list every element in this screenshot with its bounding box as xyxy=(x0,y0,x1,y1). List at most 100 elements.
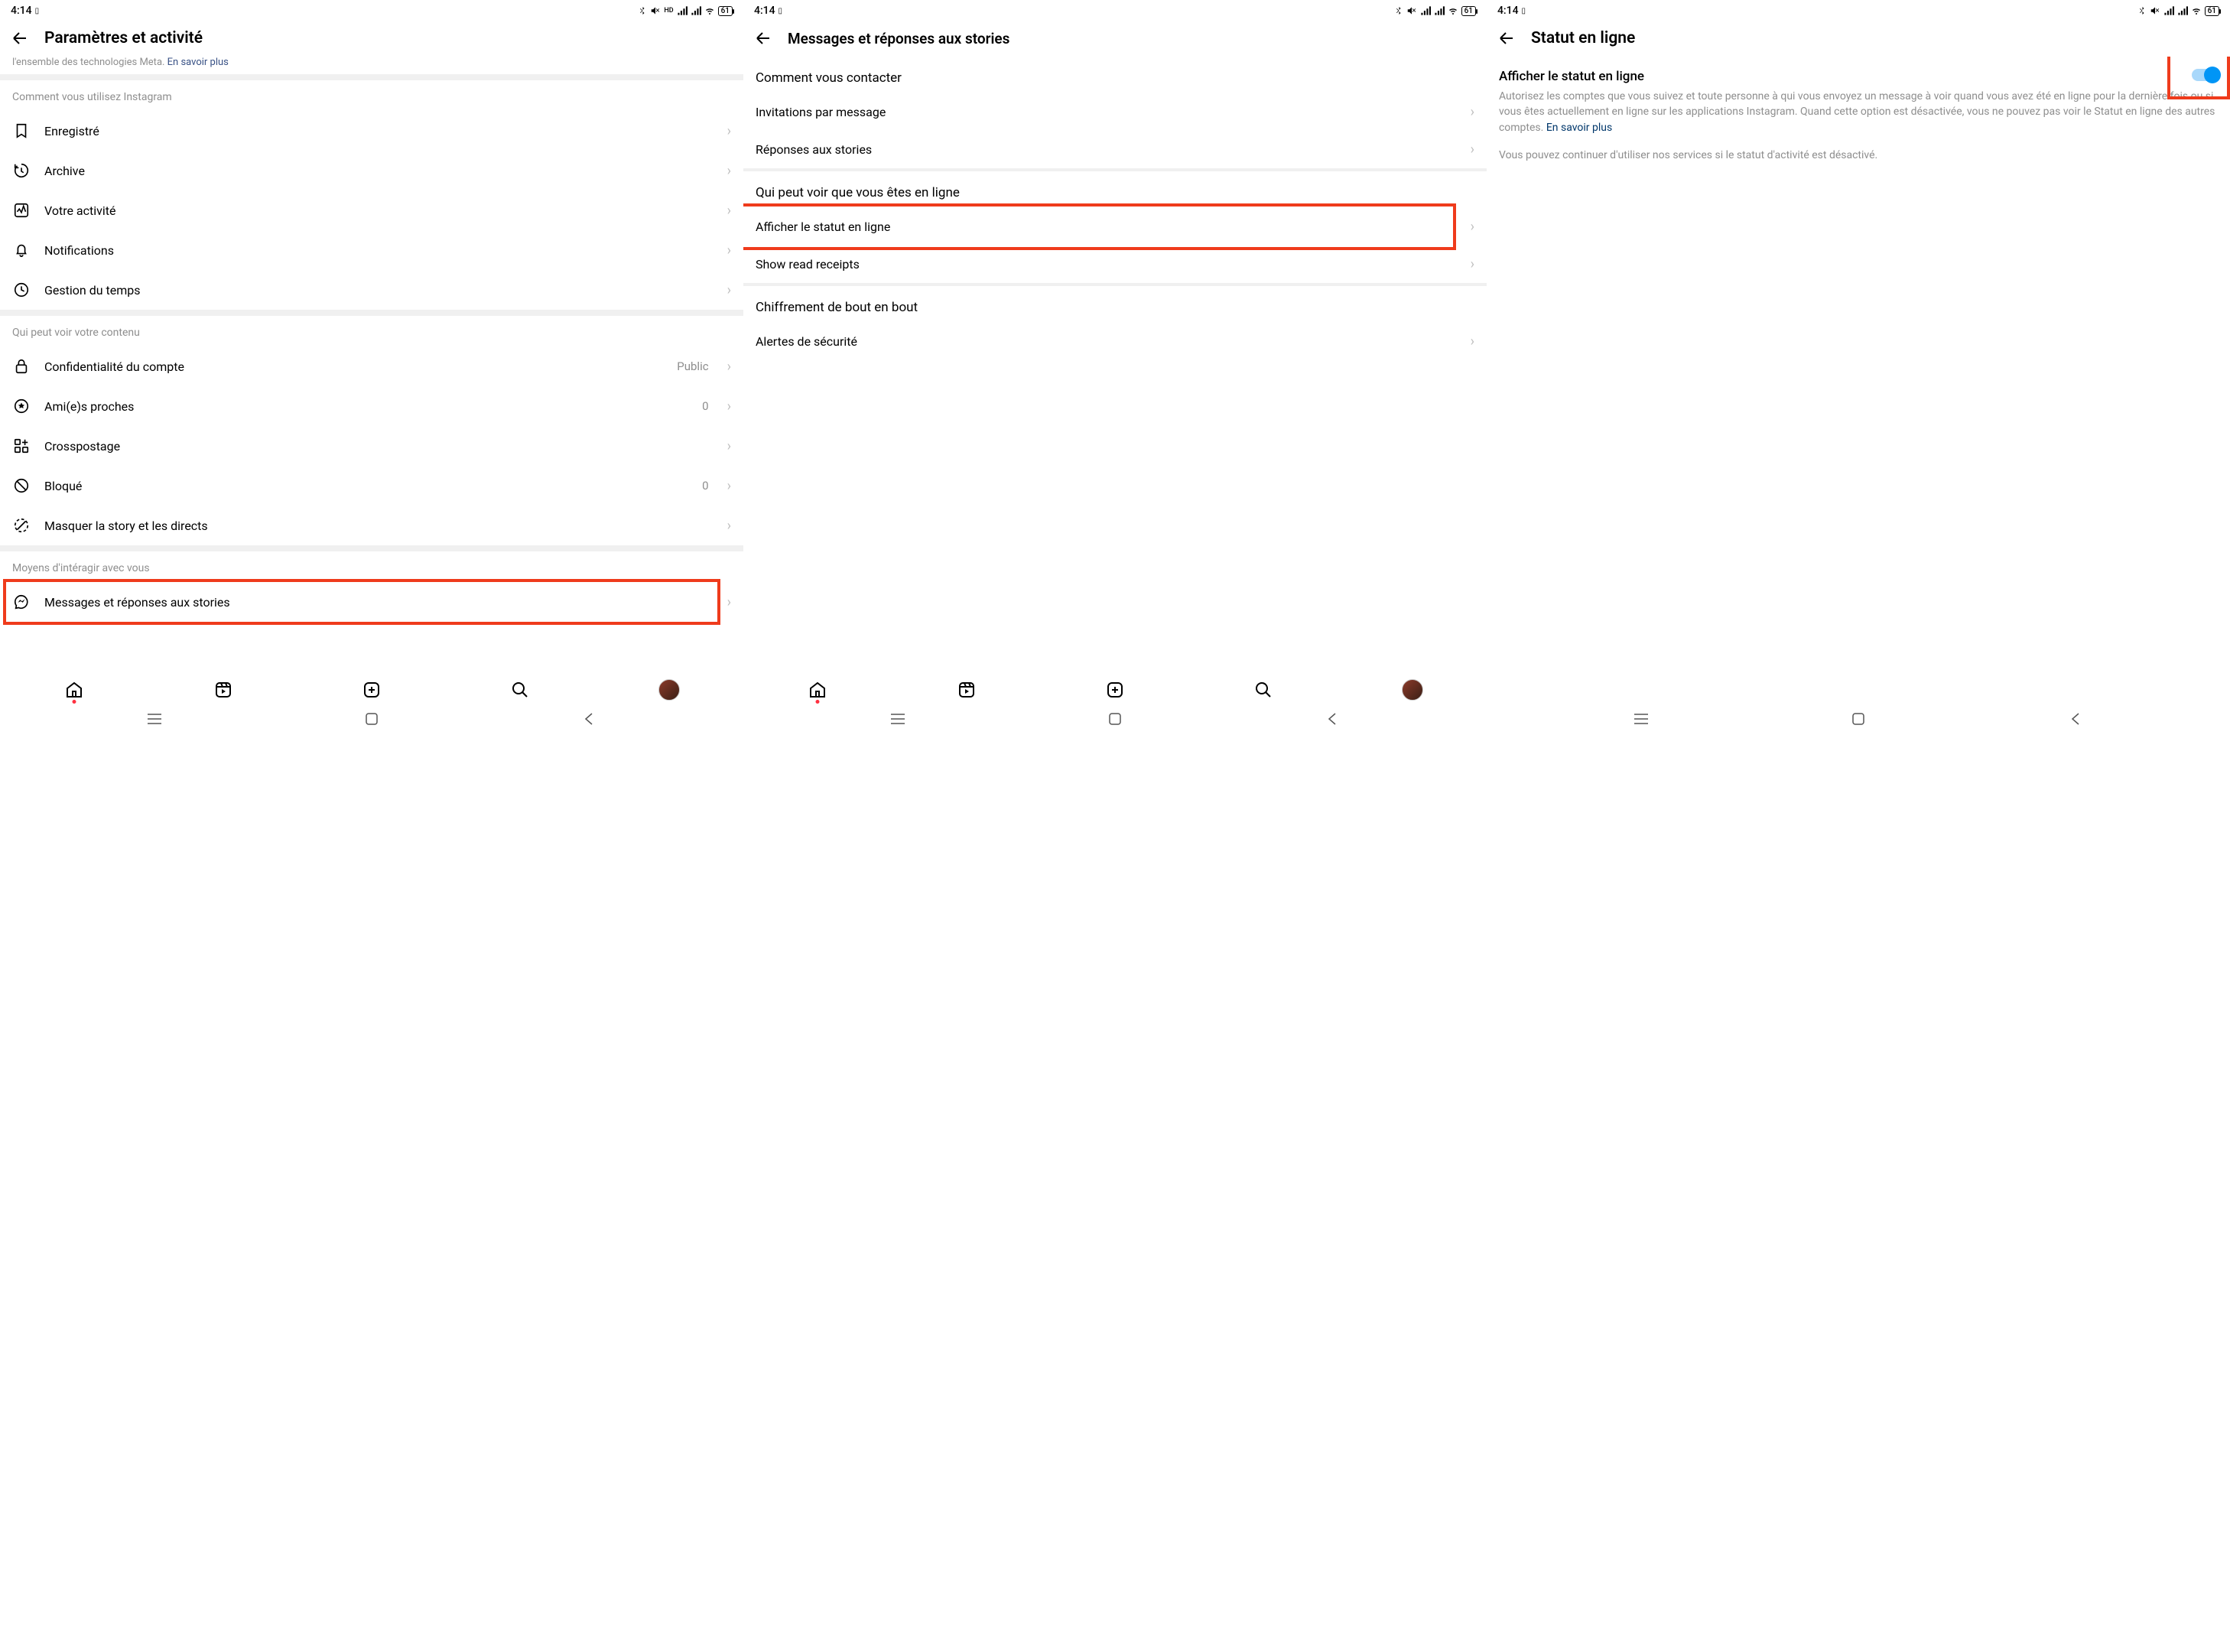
nav-create[interactable] xyxy=(1104,679,1126,701)
back-button[interactable] xyxy=(1497,29,1516,47)
arrow-left-icon xyxy=(754,29,772,47)
messages-row[interactable]: Messages et réponses aux stories › xyxy=(0,582,743,622)
system-nav xyxy=(1487,705,2230,734)
nav-profile[interactable] xyxy=(1402,679,1423,701)
nav-profile[interactable] xyxy=(658,679,680,701)
nav-home[interactable] xyxy=(807,679,828,701)
arrow-left-icon xyxy=(11,29,29,47)
clock-icon xyxy=(12,281,31,299)
chevron-right-icon: › xyxy=(727,163,731,179)
nav-reels[interactable] xyxy=(956,679,977,701)
sys-back-icon[interactable] xyxy=(1325,711,1340,727)
sys-back-icon[interactable] xyxy=(2068,711,2083,727)
page-title: Paramètres et activité xyxy=(44,29,203,47)
truncated-text: l'ensemble des technologies Meta. En sav… xyxy=(0,57,743,74)
bluetooth-icon xyxy=(638,6,647,15)
signal-icon xyxy=(1420,6,1431,15)
hide-icon xyxy=(12,516,31,535)
nav-create[interactable] xyxy=(361,679,382,701)
activity-icon xyxy=(12,201,31,220)
sys-menu-icon[interactable] xyxy=(1633,711,1649,727)
read-receipts-row[interactable]: Show read receipts › xyxy=(743,246,1487,283)
section-usage-header: Comment vous utilisez Instagram xyxy=(0,80,743,111)
nav-reels[interactable] xyxy=(213,679,234,701)
chevron-right-icon: › xyxy=(727,282,731,298)
archive-icon xyxy=(12,161,31,180)
header: Messages et réponses aux stories xyxy=(743,20,1487,57)
chevron-right-icon: › xyxy=(727,359,731,375)
chevron-right-icon: › xyxy=(1471,219,1474,235)
chevron-right-icon: › xyxy=(727,203,731,219)
status-time: 4:14 xyxy=(1497,5,1519,17)
sys-home-icon[interactable] xyxy=(1107,711,1123,727)
signal2-icon xyxy=(2177,6,2188,15)
grid-plus-icon xyxy=(12,437,31,455)
signal-icon xyxy=(677,6,688,15)
wifi-icon xyxy=(2191,6,2202,15)
status-time: 4:14 xyxy=(11,5,32,17)
chevron-right-icon: › xyxy=(727,518,731,534)
blocked-row[interactable]: Bloqué 0 › xyxy=(0,466,743,506)
back-button[interactable] xyxy=(754,29,772,47)
status-sim-icon: ▯ xyxy=(1522,7,1526,15)
system-nav xyxy=(743,705,1487,734)
mute-icon xyxy=(650,5,661,16)
system-nav xyxy=(0,705,743,734)
privacy-row[interactable]: Confidentialité du compte Public › xyxy=(0,346,743,386)
bluetooth-icon xyxy=(1394,6,1403,15)
activity-status-toggle[interactable] xyxy=(2192,69,2218,81)
section-e2e-header: Chiffrement de bout en bout xyxy=(743,286,1487,323)
story-replies-row[interactable]: Réponses aux stories › xyxy=(743,131,1487,168)
wifi-icon xyxy=(704,6,715,15)
status-icons: 61 xyxy=(2137,5,2219,16)
invitations-row[interactable]: Invitations par message › xyxy=(743,93,1487,131)
signal2-icon xyxy=(691,6,701,15)
chevron-right-icon: › xyxy=(727,478,731,494)
activity-status-row[interactable]: Afficher le statut en ligne › xyxy=(743,208,1487,246)
battery-icon: 61 xyxy=(2205,6,2219,16)
screen-activity-status: 4:14 ▯ 61 Statut en ligne Afficher le st… xyxy=(1487,0,2230,734)
bottom-nav xyxy=(0,672,743,705)
chevron-right-icon: › xyxy=(1471,104,1474,120)
signal-hd-icon: HD xyxy=(664,7,673,15)
section-contact-header: Comment vous contacter xyxy=(743,57,1487,93)
bottom-nav xyxy=(743,672,1487,705)
time-mgmt-row[interactable]: Gestion du temps › xyxy=(0,270,743,310)
status-time: 4:14 xyxy=(754,5,775,17)
learn-more-link[interactable]: En savoir plus xyxy=(1546,122,1612,134)
sys-back-icon[interactable] xyxy=(581,711,597,727)
sys-menu-icon[interactable] xyxy=(890,711,905,727)
sys-menu-icon[interactable] xyxy=(147,711,162,727)
activity-status-toggle-row: Afficher le statut en ligne xyxy=(1487,57,2230,87)
archive-row[interactable]: Archive › xyxy=(0,151,743,190)
chevron-right-icon: › xyxy=(727,594,731,610)
avatar-icon xyxy=(658,679,680,701)
screen-settings: 4:14 ▯ HD 61 Paramètres et activité l'en… xyxy=(0,0,743,734)
notifications-row[interactable]: Notifications › xyxy=(0,230,743,270)
block-icon xyxy=(12,476,31,495)
bluetooth-icon xyxy=(2137,6,2147,15)
screen-messages: 4:14 ▯ 61 Messages et réponses aux stori… xyxy=(743,0,1487,734)
security-alerts-row[interactable]: Alertes de sécurité › xyxy=(743,323,1487,360)
nav-home[interactable] xyxy=(63,679,85,701)
activity-row[interactable]: Votre activité › xyxy=(0,190,743,230)
status-icons: HD 61 xyxy=(638,5,733,16)
status-bar: 4:14 ▯ 61 xyxy=(743,0,1487,20)
nav-search[interactable] xyxy=(1253,679,1274,701)
sys-home-icon[interactable] xyxy=(364,711,379,727)
sys-home-icon[interactable] xyxy=(1851,711,1866,727)
close-friends-row[interactable]: Ami(e)s proches 0 › xyxy=(0,386,743,426)
hide-story-row[interactable]: Masquer la story et les directs › xyxy=(0,506,743,545)
status-bar: 4:14 ▯ 61 xyxy=(1487,0,2230,20)
status-sim-icon: ▯ xyxy=(779,7,783,15)
signal-icon xyxy=(2163,6,2174,15)
chevron-right-icon: › xyxy=(727,123,731,139)
crosspost-row[interactable]: Crosspostage › xyxy=(0,426,743,466)
nav-search[interactable] xyxy=(509,679,531,701)
learn-more-link[interactable]: En savoir plus xyxy=(167,57,229,68)
arrow-left-icon xyxy=(1497,29,1516,47)
bookmark-icon xyxy=(12,122,31,140)
description-2: Vous pouvez continuer d'utiliser nos ser… xyxy=(1487,146,2230,174)
saved-row[interactable]: Enregistré › xyxy=(0,111,743,151)
back-button[interactable] xyxy=(11,29,29,47)
